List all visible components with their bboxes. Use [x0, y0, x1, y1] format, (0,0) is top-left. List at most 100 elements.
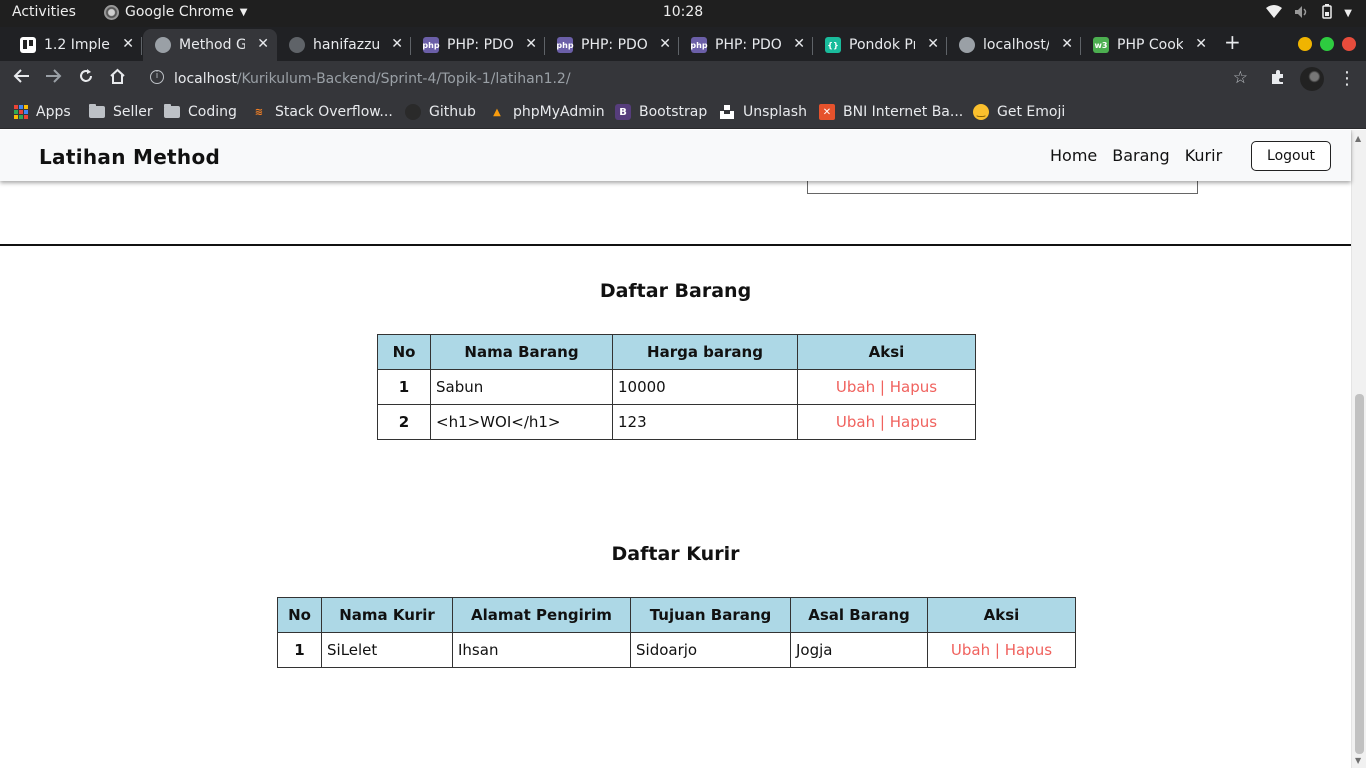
bookmark-star-icon[interactable]: ☆ — [1233, 68, 1248, 88]
wifi-icon — [1266, 5, 1283, 22]
tab-9[interactable]: w3 PHP Cooki ✕ — [1081, 29, 1215, 61]
nav-link-barang[interactable]: Barang — [1112, 146, 1169, 165]
maximize-button[interactable] — [1320, 37, 1334, 51]
bookmark-bni[interactable]: ✕ BNI Internet Ba... — [819, 104, 963, 120]
minimize-button[interactable] — [1298, 37, 1312, 51]
system-tray[interactable]: ▼ — [1266, 4, 1352, 23]
bookmark-label: Apps — [36, 104, 71, 120]
tab-8[interactable]: localhost/la ✕ — [947, 29, 1081, 61]
bookmark-label: phpMyAdmin — [513, 104, 605, 120]
system-top-bar: Activities Google Chrome ▼ 10:28 ▼ — [0, 0, 1366, 27]
close-icon[interactable]: ✕ — [525, 36, 537, 52]
horizontal-divider — [0, 244, 1351, 246]
tab-7[interactable]: {} Pondok Pr ✕ — [813, 29, 947, 61]
tab-2[interactable]: Method Ge ✕ — [143, 29, 277, 61]
tab-6[interactable]: php PHP: PDO ✕ — [679, 29, 813, 61]
php-icon: php — [422, 37, 440, 53]
barang-table: No Nama Barang Harga barang Aksi 1 Sabun… — [377, 334, 976, 440]
bookmark-bootstrap[interactable]: B Bootstrap — [615, 104, 707, 120]
close-icon[interactable]: ✕ — [927, 36, 939, 52]
tab-4[interactable]: php PHP: PDO ✕ — [411, 29, 545, 61]
browser-tab-strip: 1.2 Implem ✕ Method Ge ✕ hanifazzuh ✕ ph… — [0, 27, 1366, 61]
bookmark-get-emoji[interactable]: ‿ Get Emoji — [973, 104, 1065, 120]
url-host: localhost — [174, 71, 237, 87]
action-separator: | — [879, 378, 885, 396]
bni-icon: ✕ — [819, 104, 835, 120]
bookmark-label: Get Emoji — [997, 104, 1066, 120]
bootstrap-icon: B — [615, 104, 631, 120]
tab-title: PHP: PDOS — [581, 37, 647, 53]
bookmark-apps[interactable]: Apps — [14, 104, 71, 120]
scrollbar-thumb[interactable] — [1355, 394, 1364, 754]
close-icon[interactable]: ✕ — [122, 36, 134, 52]
new-tab-plus-icon[interactable]: + — [1224, 30, 1241, 54]
window-controls — [1298, 37, 1356, 51]
hapus-link[interactable]: Hapus — [890, 413, 937, 431]
php-icon: php — [556, 37, 574, 53]
close-icon[interactable]: ✕ — [659, 36, 671, 52]
info-icon[interactable]: i — [150, 70, 164, 84]
clock[interactable]: 10:28 — [0, 4, 1366, 20]
column-header: Asal Barang — [790, 597, 928, 633]
extensions-puzzle-icon[interactable] — [1270, 69, 1286, 89]
bookmark-github[interactable]: Github — [405, 104, 476, 120]
navbar-brand[interactable]: Latihan Method — [39, 145, 220, 169]
tab-5[interactable]: php PHP: PDOS ✕ — [545, 29, 679, 61]
close-window-button[interactable] — [1342, 37, 1356, 51]
browser-toolbar: i localhost/Kurikulum-Backend/Sprint-4/T… — [0, 61, 1366, 97]
ubah-link[interactable]: Ubah — [836, 413, 875, 431]
nama-barang-cell: <h1>WOI</h1> — [430, 404, 613, 440]
back-arrow-icon[interactable] — [12, 68, 30, 89]
bookmark-stackoverflow[interactable]: ≋ Stack Overflow... — [251, 104, 393, 120]
folder-icon — [89, 104, 105, 118]
home-icon[interactable] — [109, 68, 126, 89]
kebab-menu-icon[interactable]: ⋮ — [1338, 68, 1356, 89]
globe-icon — [155, 37, 171, 53]
row-number: 1 — [377, 369, 431, 405]
ubah-link[interactable]: Ubah — [951, 641, 990, 659]
ubah-link[interactable]: Ubah — [836, 378, 875, 396]
bookmark-coding[interactable]: Coding — [164, 104, 237, 120]
row-number: 2 — [377, 404, 431, 440]
close-icon[interactable]: ✕ — [391, 36, 403, 52]
row-number: 1 — [277, 632, 322, 668]
bookmark-phpmyadmin[interactable]: ▲ phpMyAdmin — [489, 104, 605, 120]
logout-button[interactable]: Logout — [1251, 141, 1331, 171]
column-header: No — [377, 334, 431, 370]
reload-icon[interactable] — [78, 68, 94, 89]
forward-arrow-icon[interactable] — [45, 68, 63, 89]
tab-title: PHP: PDO — [715, 37, 781, 53]
close-icon[interactable]: ✕ — [1195, 36, 1207, 52]
nav-link-home[interactable]: Home — [1050, 146, 1097, 165]
column-header: Aksi — [927, 597, 1076, 633]
tab-1[interactable]: 1.2 Implem ✕ — [8, 29, 142, 61]
scroll-up-arrow-icon[interactable]: ▲ — [1355, 134, 1361, 143]
nav-link-kurir[interactable]: Kurir — [1185, 146, 1222, 165]
close-icon[interactable]: ✕ — [257, 36, 269, 52]
scroll-down-arrow-icon[interactable]: ▼ — [1355, 756, 1361, 765]
table-header-row: No Nama Barang Harga barang Aksi — [377, 334, 976, 370]
close-icon[interactable]: ✕ — [1061, 36, 1073, 52]
bookmark-unsplash[interactable]: Unsplash — [719, 104, 807, 120]
globe-icon — [959, 37, 975, 53]
bookmark-label: Github — [429, 104, 476, 120]
bookmark-seller[interactable]: Seller — [89, 104, 153, 120]
phpmyadmin-icon: ▲ — [493, 106, 501, 118]
tab-title: localhost/la — [983, 37, 1049, 53]
bookmark-label: Seller — [113, 104, 153, 120]
close-icon[interactable]: ✕ — [793, 36, 805, 52]
nama-barang-cell: Sabun — [430, 369, 613, 405]
bookmarks-bar: Apps Seller Coding ≋ Stack Overflow... G… — [0, 97, 1366, 129]
bookmark-label: Bootstrap — [639, 104, 708, 120]
tab-3[interactable]: hanifazzuh ✕ — [277, 29, 411, 61]
apps-grid-icon — [14, 105, 28, 119]
action-separator: | — [994, 641, 1000, 659]
hapus-link[interactable]: Hapus — [890, 378, 937, 396]
tab-title: 1.2 Implem — [44, 37, 110, 53]
hapus-link[interactable]: Hapus — [1005, 641, 1052, 659]
php-icon: php — [690, 37, 708, 53]
address-bar[interactable]: i localhost/Kurikulum-Backend/Sprint-4/T… — [142, 64, 1260, 94]
vertical-scrollbar[interactable]: ▲ ▼ — [1351, 130, 1366, 768]
profile-avatar[interactable] — [1300, 67, 1324, 91]
kurir-section-title: Daftar Kurir — [611, 543, 740, 565]
